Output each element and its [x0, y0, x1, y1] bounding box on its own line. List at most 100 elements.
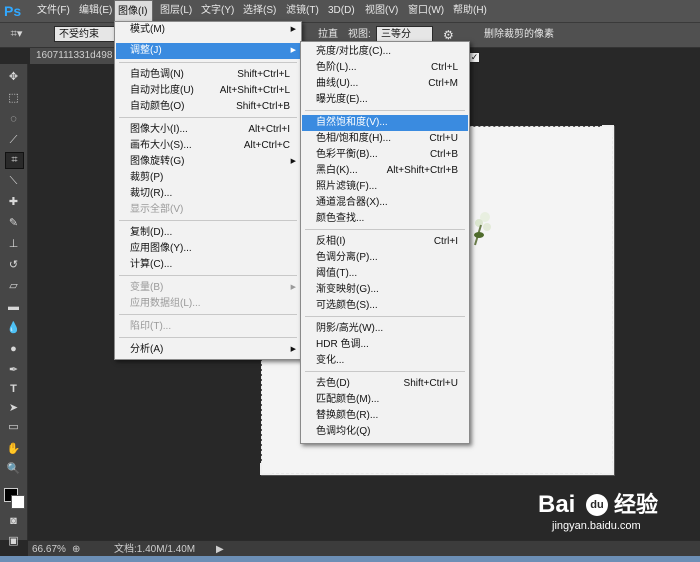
crop-handle-bottom[interactable]: [432, 463, 444, 475]
adjust-menu-item-shortcut: Shift+Ctrl+U: [403, 378, 458, 389]
gradient-tool-icon[interactable]: ▬: [5, 300, 22, 315]
menu-select[interactable]: 选择(S): [240, 0, 279, 22]
image-menu-item[interactable]: 自动颜色(O) Shift+Ctrl+B: [116, 99, 300, 115]
image-menu-item[interactable]: 自动色调(N) Shift+Ctrl+L: [116, 67, 300, 83]
adjust-menu-item[interactable]: 曲线(U)... Ctrl+M: [302, 76, 468, 92]
adjust-menu-item[interactable]: 色调均化(Q): [302, 424, 468, 440]
adjust-menu-item[interactable]: 色阶(L)... Ctrl+L: [302, 60, 468, 76]
crop-handle-bottom-right[interactable]: [602, 463, 614, 475]
image-menu-item-label: 自动色调(N): [130, 69, 184, 80]
clone-stamp-tool-icon[interactable]: ⊥: [5, 237, 22, 252]
adjust-menu-item[interactable]: 变化...: [302, 353, 468, 369]
history-brush-tool-icon[interactable]: ↺: [5, 258, 22, 273]
path-selection-tool-icon[interactable]: ➤: [5, 401, 22, 416]
image-menu-item-label: 显示全部(V): [130, 204, 184, 215]
submenu-arrow-icon: ▶: [290, 158, 296, 165]
image-menu-item[interactable]: 应用图像(Y)...: [116, 241, 300, 257]
baidu-paw-icon: du: [586, 494, 608, 516]
menu-filter[interactable]: 滤镜(T): [283, 0, 322, 22]
adjust-menu-item[interactable]: 曝光度(E)...: [302, 92, 468, 108]
zoom-tool-icon[interactable]: 🔍: [5, 462, 22, 477]
healing-brush-tool-icon[interactable]: ✚: [5, 195, 22, 210]
image-menu-item-label: 自动颜色(O): [130, 101, 185, 112]
adjust-menu-item[interactable]: HDR 色调...: [302, 337, 468, 353]
delete-cropped-pixels-label: 删除裁剪的像素: [484, 29, 554, 40]
blur-tool-icon[interactable]: 💧: [5, 321, 22, 336]
quick-select-tool-icon[interactable]: ⟋: [5, 133, 22, 148]
background-color-swatch[interactable]: [11, 495, 25, 509]
menu-window[interactable]: 窗口(W): [405, 0, 447, 22]
crop-handle-top-right[interactable]: [602, 125, 614, 137]
image-menu-item[interactable]: 复制(D)...: [116, 225, 300, 241]
adjust-menu-item[interactable]: 通道混合器(X)...: [302, 195, 468, 211]
image-menu-item[interactable]: 裁切(R)...: [116, 186, 300, 202]
adjust-menu-item[interactable]: 颜色查找...: [302, 211, 468, 227]
brush-tool-icon[interactable]: ✎: [5, 216, 22, 231]
taskbar: [0, 556, 700, 562]
crop-tool-preset-icon[interactable]: ⌗▾: [8, 27, 25, 42]
menu-edit[interactable]: 编辑(E): [76, 0, 115, 22]
image-menu-item[interactable]: 模式(M) ▶: [116, 22, 300, 38]
menu-layer[interactable]: 图层(L): [157, 0, 195, 22]
move-tool-icon[interactable]: ✥: [5, 70, 22, 85]
dodge-tool-icon[interactable]: ●: [5, 342, 22, 357]
eraser-tool-icon[interactable]: ▱: [5, 279, 22, 294]
adjust-menu-item[interactable]: 匹配颜色(M)...: [302, 392, 468, 408]
image-menu-item[interactable]: 分析(A) ▶: [116, 342, 300, 358]
crop-handle-bottom-left[interactable]: [260, 463, 272, 475]
aspect-ratio-select[interactable]: 不受约束: [54, 26, 116, 42]
adjust-menu-item[interactable]: 色调分离(P)...: [302, 250, 468, 266]
image-menu-item[interactable]: 自动对比度(U) Alt+Shift+Ctrl+L: [116, 83, 300, 99]
menu-separator: [305, 371, 465, 372]
image-menu-item-label: 裁剪(P): [130, 172, 164, 183]
adjust-menu-item[interactable]: 阈值(T)...: [302, 266, 468, 282]
menu-separator: [119, 220, 297, 221]
image-menu-item[interactable]: 裁剪(P): [116, 170, 300, 186]
adjust-menu-item[interactable]: 色彩平衡(B)... Ctrl+B: [302, 147, 468, 163]
menu-file[interactable]: 文件(F): [34, 0, 73, 22]
menu-image[interactable]: 图像(I): [114, 0, 153, 22]
image-menu-item[interactable]: 画布大小(S)... Alt+Ctrl+C: [116, 138, 300, 154]
image-menu-item[interactable]: 计算(C)...: [116, 257, 300, 273]
view-overlay-select[interactable]: 三等分: [376, 26, 433, 42]
rectangle-tool-icon[interactable]: ▭: [5, 420, 22, 435]
quick-mask-icon[interactable]: ◙: [5, 514, 22, 529]
adjust-menu-item[interactable]: 反相(I) Ctrl+I: [302, 234, 468, 250]
adjust-menu-item-shortcut: Alt+Shift+Ctrl+B: [386, 165, 458, 176]
menu-help[interactable]: 帮助(H): [450, 0, 490, 22]
adjust-menu-item[interactable]: 可选颜色(S)...: [302, 298, 468, 314]
adjust-menu-item[interactable]: 自然饱和度(V)...: [302, 115, 468, 131]
type-tool-icon[interactable]: T: [5, 382, 22, 397]
hand-tool-icon[interactable]: ✋: [5, 442, 22, 457]
adjust-menu-item[interactable]: 色相/饱和度(H)... Ctrl+U: [302, 131, 468, 147]
lasso-tool-icon[interactable]: ◌: [5, 112, 22, 127]
eyedropper-tool-icon[interactable]: ⟍: [5, 174, 22, 189]
adjust-menu-item-label: 匹配颜色(M)...: [316, 394, 380, 405]
image-menu-item-shortcut: Alt+Ctrl+C: [243, 140, 290, 151]
document-tab[interactable]: 1607111331d498: [30, 48, 120, 64]
image-menu-item[interactable]: 图像旋转(G) ▶: [116, 154, 300, 170]
adjust-menu-item[interactable]: 黑白(K)... Alt+Shift+Ctrl+B: [302, 163, 468, 179]
delete-cropped-pixels-checkbox[interactable]: ✓: [469, 52, 480, 63]
image-menu-item[interactable]: 图像大小(I)... Alt+Ctrl+I: [116, 122, 300, 138]
menu-view[interactable]: 视图(V): [362, 0, 401, 22]
adjust-menu-item-shortcut: Ctrl+M: [428, 78, 458, 89]
menu-3d[interactable]: 3D(D): [325, 0, 358, 22]
pen-tool-icon[interactable]: ✒: [5, 363, 22, 378]
menu-separator: [119, 314, 297, 315]
adjust-menu-item[interactable]: 渐变映射(G)...: [302, 282, 468, 298]
menu-separator: [119, 117, 297, 118]
marquee-tool-icon[interactable]: ⬚: [5, 91, 22, 106]
image-menu: 模式(M) ▶ 调整(J) ▶ 自动色调(N) Shift+Ctrl+L 自动对比度(U) A…: [114, 21, 302, 360]
crop-tool-icon[interactable]: ⌗: [5, 152, 24, 169]
jingyan-logo-text: 经验: [614, 492, 659, 517]
adjust-menu-item[interactable]: 替换颜色(R)...: [302, 408, 468, 424]
screen-mode-icon[interactable]: ▣: [5, 534, 22, 549]
adjust-menu-item[interactable]: 亮度/对比度(C)...: [302, 44, 468, 60]
adjust-menu-item-label: 色调均化(Q): [316, 426, 371, 437]
adjust-menu-item[interactable]: 照片滤镜(F)...: [302, 179, 468, 195]
adjust-menu-item[interactable]: 阴影/高光(W)...: [302, 321, 468, 337]
menu-type[interactable]: 文字(Y): [198, 0, 237, 22]
image-menu-item[interactable]: 调整(J) ▶: [116, 43, 300, 59]
adjust-menu-item[interactable]: 去色(D) Shift+Ctrl+U: [302, 376, 468, 392]
